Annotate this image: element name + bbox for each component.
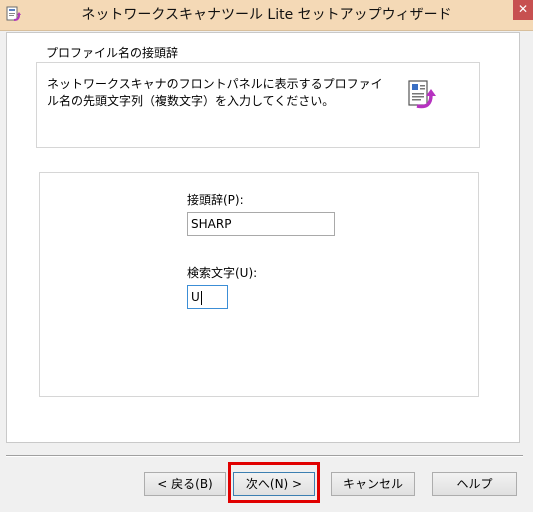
- back-button[interactable]: < 戻る(B): [144, 472, 226, 496]
- search-input[interactable]: U: [187, 285, 228, 309]
- input-panel: [39, 172, 479, 397]
- next-button-highlight: [228, 462, 320, 503]
- prefix-label: 接頭辞(P):: [187, 193, 244, 207]
- prefix-input-value: SHARP: [191, 217, 232, 231]
- prefix-input[interactable]: SHARP: [187, 212, 335, 236]
- search-input-value: U: [191, 290, 200, 304]
- close-button[interactable]: ✕: [513, 0, 533, 20]
- setup-wizard-window: ネットワークスキャナツール Lite セットアップウィザード ✕ プロファイル名…: [0, 0, 533, 512]
- group-description: ネットワークスキャナのフロントパネルに表示するプロファイル名の先頭文字列（複数文…: [47, 77, 383, 108]
- cancel-button[interactable]: キャンセル: [331, 472, 415, 496]
- search-label: 検索文字(U):: [187, 266, 258, 280]
- group-title: プロファイル名の接頭辞: [44, 44, 181, 61]
- help-button[interactable]: ヘルプ: [432, 472, 517, 496]
- window-title: ネットワークスキャナツール Lite セットアップウィザード: [81, 7, 452, 23]
- button-separator: [6, 455, 523, 457]
- close-icon: ✕: [517, 2, 529, 16]
- title-bar: ネットワークスキャナツール Lite セットアップウィザード ✕: [0, 0, 533, 31]
- document-arrow-icon: [408, 80, 436, 109]
- text-caret: [200, 290, 202, 305]
